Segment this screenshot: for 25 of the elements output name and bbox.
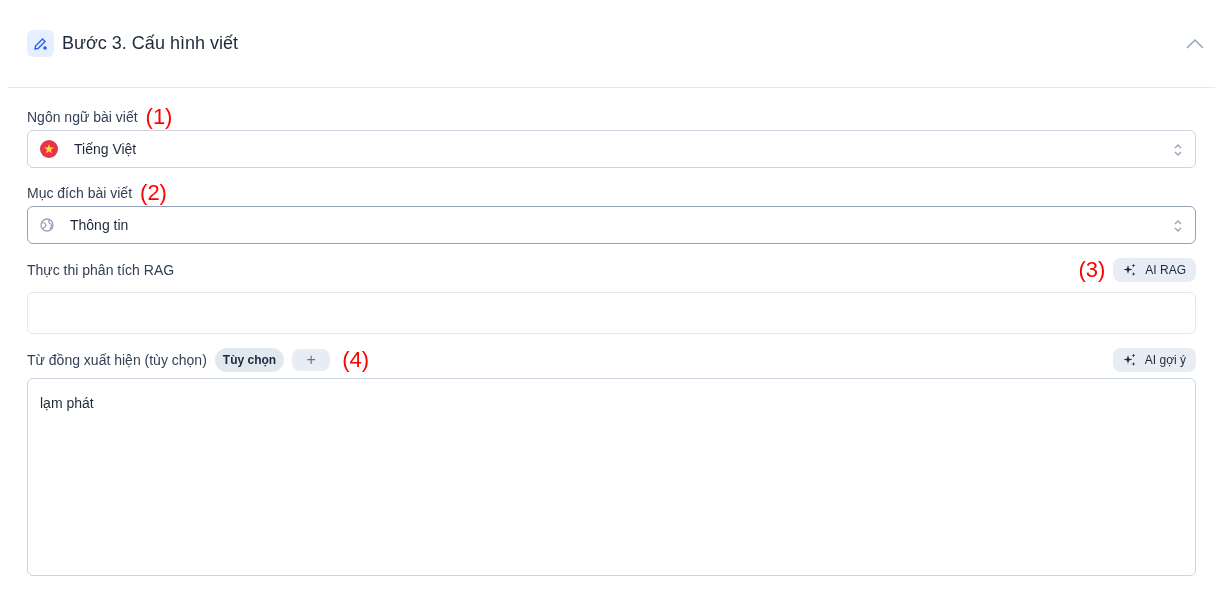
annotation: (3) xyxy=(1078,259,1106,281)
field-label: Từ đồng xuất hiện (tùy chọn) xyxy=(27,350,207,370)
select-field[interactable]: Thông tin xyxy=(27,206,1196,244)
field-label: Mục đích bài viết xyxy=(27,183,133,203)
field-label: Thực thi phân tích RAG xyxy=(27,260,175,280)
section-title: Bước 3. Cấu hình viết xyxy=(62,32,238,55)
annotation: (4) xyxy=(342,349,370,371)
text-area[interactable]: lạm phát xyxy=(27,378,1196,576)
field-label: Ngôn ngữ bài viết xyxy=(27,107,138,127)
sparkle-icon xyxy=(1122,353,1137,367)
text-field[interactable] xyxy=(27,292,1196,334)
select-field[interactable]: Tiếng Việt xyxy=(27,130,1196,168)
ai-button[interactable]: AI gợi ý xyxy=(1112,348,1196,372)
sparkle-icon xyxy=(1123,263,1138,277)
tag: Tùy chọn xyxy=(214,348,285,372)
annotation: (1) xyxy=(145,106,173,128)
ai-button[interactable]: AI RAG xyxy=(1113,258,1196,282)
updown-icon xyxy=(1173,218,1183,233)
chevron-icon[interactable] xyxy=(1185,38,1205,51)
globe-icon xyxy=(40,218,54,232)
updown-icon xyxy=(1173,142,1183,157)
pencil-gear-icon xyxy=(33,36,48,51)
annotation: (2) xyxy=(140,182,167,204)
add-button[interactable]: + xyxy=(292,349,331,371)
flag-icon xyxy=(40,140,58,158)
